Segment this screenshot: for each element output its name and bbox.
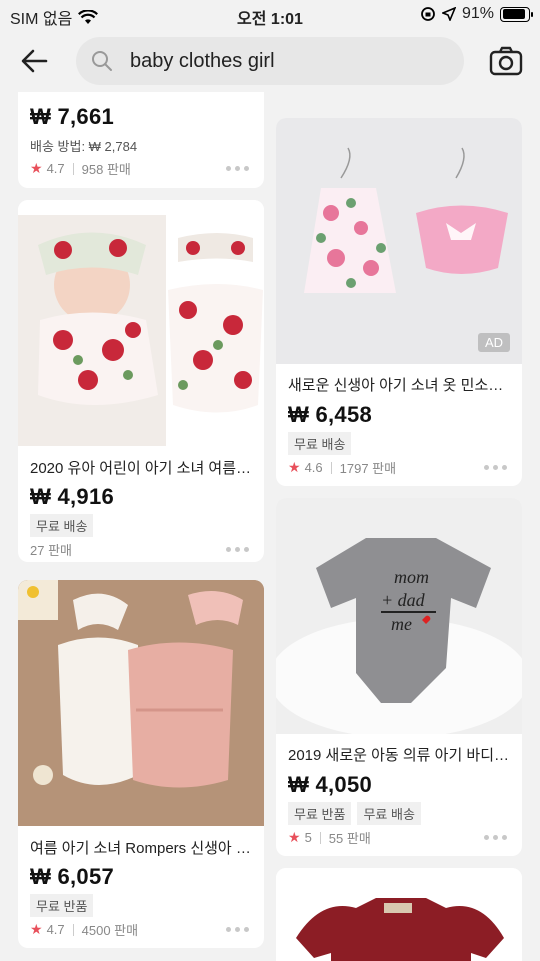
search-icon	[92, 51, 112, 71]
product-price: ₩ 4,916	[30, 484, 115, 509]
more-options-icon[interactable]	[484, 463, 508, 471]
tag-free-shipping: 무료 배송	[357, 802, 421, 825]
product-feed[interactable]: ₩ 7,661 배송 방법: ₩ 2,784 ★ 4.7 958 판매 AD 새…	[0, 92, 540, 961]
star-icon: ★	[288, 829, 301, 845]
more-options-icon[interactable]	[484, 833, 508, 841]
product-meta: ★ 4.7 958 판매	[30, 159, 131, 178]
star-icon: ★	[30, 160, 43, 176]
status-bar: SIM 없음 오전 1:01 91%	[0, 0, 540, 30]
product-image	[276, 868, 522, 961]
tag-free-returns: 무료 반품	[30, 894, 94, 917]
product-meta: ★ 4.7 4500 판매	[30, 920, 138, 939]
product-price: ₩ 6,458	[288, 402, 373, 427]
product-card[interactable]: AD 새로운 신생아 아기 소녀 옷 민소매 꽃 드레스 ₩ 6,458 무료 …	[276, 118, 522, 486]
product-image	[276, 118, 522, 364]
camera-icon[interactable]	[489, 44, 523, 78]
star-icon: ★	[30, 921, 43, 937]
product-price: ₩ 4,050	[288, 772, 373, 797]
product-meta: ★ 4.6 1797 판매	[288, 458, 396, 477]
product-card[interactable]	[276, 868, 522, 961]
more-options-icon[interactable]	[226, 164, 250, 172]
product-image	[18, 580, 264, 826]
back-arrow-icon[interactable]	[18, 44, 52, 78]
svg-text:mom: mom	[394, 567, 429, 587]
product-title: 2019 새로운 아동 의류 아기 바디수트	[288, 747, 510, 764]
product-tags: 무료 배송	[30, 514, 94, 537]
status-right: 91%	[420, 5, 533, 23]
search-bar[interactable]	[76, 37, 464, 85]
rating: 5	[304, 830, 312, 845]
search-header	[0, 30, 540, 92]
battery-icon	[500, 6, 533, 22]
sold-count: 1797 판매	[339, 461, 397, 476]
product-image: mom + dad me	[276, 498, 522, 734]
sold-count: 958 판매	[81, 162, 131, 177]
product-title: 새로운 신생아 아기 소녀 옷 민소매 꽃 드레스	[288, 377, 510, 394]
product-title: 2020 유아 어린이 아기 소녀 여름 꽃 롬퍼스	[30, 460, 252, 477]
sold-count: 4500 판매	[81, 923, 139, 938]
orientation-lock-icon	[421, 7, 435, 21]
product-card[interactable]: 2020 유아 어린이 아기 소녀 여름 꽃 롬퍼스 ₩ 4,916 무료 배송…	[18, 200, 264, 562]
product-card[interactable]: ₩ 7,661 배송 방법: ₩ 2,784 ★ 4.7 958 판매	[18, 92, 264, 188]
product-image	[18, 200, 264, 446]
search-input[interactable]	[130, 49, 440, 73]
product-tags: 무료 배송	[288, 432, 352, 455]
svg-text:+ dad: + dad	[381, 590, 426, 610]
shipping-cost: 배송 방법: ₩ 2,784	[30, 139, 138, 154]
ad-badge: AD	[477, 333, 510, 352]
product-tags: 무료 반품 무료 배송	[288, 802, 421, 825]
svg-text:me: me	[391, 614, 412, 634]
sold-count: 55 판매	[328, 831, 371, 846]
product-tags: 무료 반품	[30, 894, 94, 917]
product-meta: ★ 5 55 판매	[288, 828, 371, 847]
tag-free-shipping: 무료 배송	[30, 514, 94, 537]
product-price: ₩ 6,057	[30, 864, 115, 889]
product-meta: 27 판매	[30, 540, 72, 559]
battery-percent: 91%	[461, 5, 494, 22]
rating: 4.7	[46, 922, 65, 937]
product-card[interactable]: 여름 아기 소녀 Rompers 신생아 레이스 ₩ 6,057 무료 반품 ★…	[18, 580, 264, 948]
product-title: 여름 아기 소녀 Rompers 신생아 레이스	[30, 840, 252, 857]
tag-free-returns: 무료 반품	[288, 802, 352, 825]
more-options-icon[interactable]	[226, 545, 250, 553]
product-card[interactable]: mom + dad me 2019 새로운 아동 의류 아기 바디수트 ₩ 4,…	[276, 498, 522, 856]
sold-count: 27 판매	[30, 543, 72, 558]
tag-free-shipping: 무료 배송	[288, 432, 352, 455]
more-options-icon[interactable]	[226, 925, 250, 933]
product-price: ₩ 7,661	[30, 104, 115, 129]
rating: 4.6	[304, 460, 323, 475]
star-icon: ★	[288, 459, 301, 475]
rating: 4.7	[46, 161, 65, 176]
location-icon	[441, 7, 456, 21]
